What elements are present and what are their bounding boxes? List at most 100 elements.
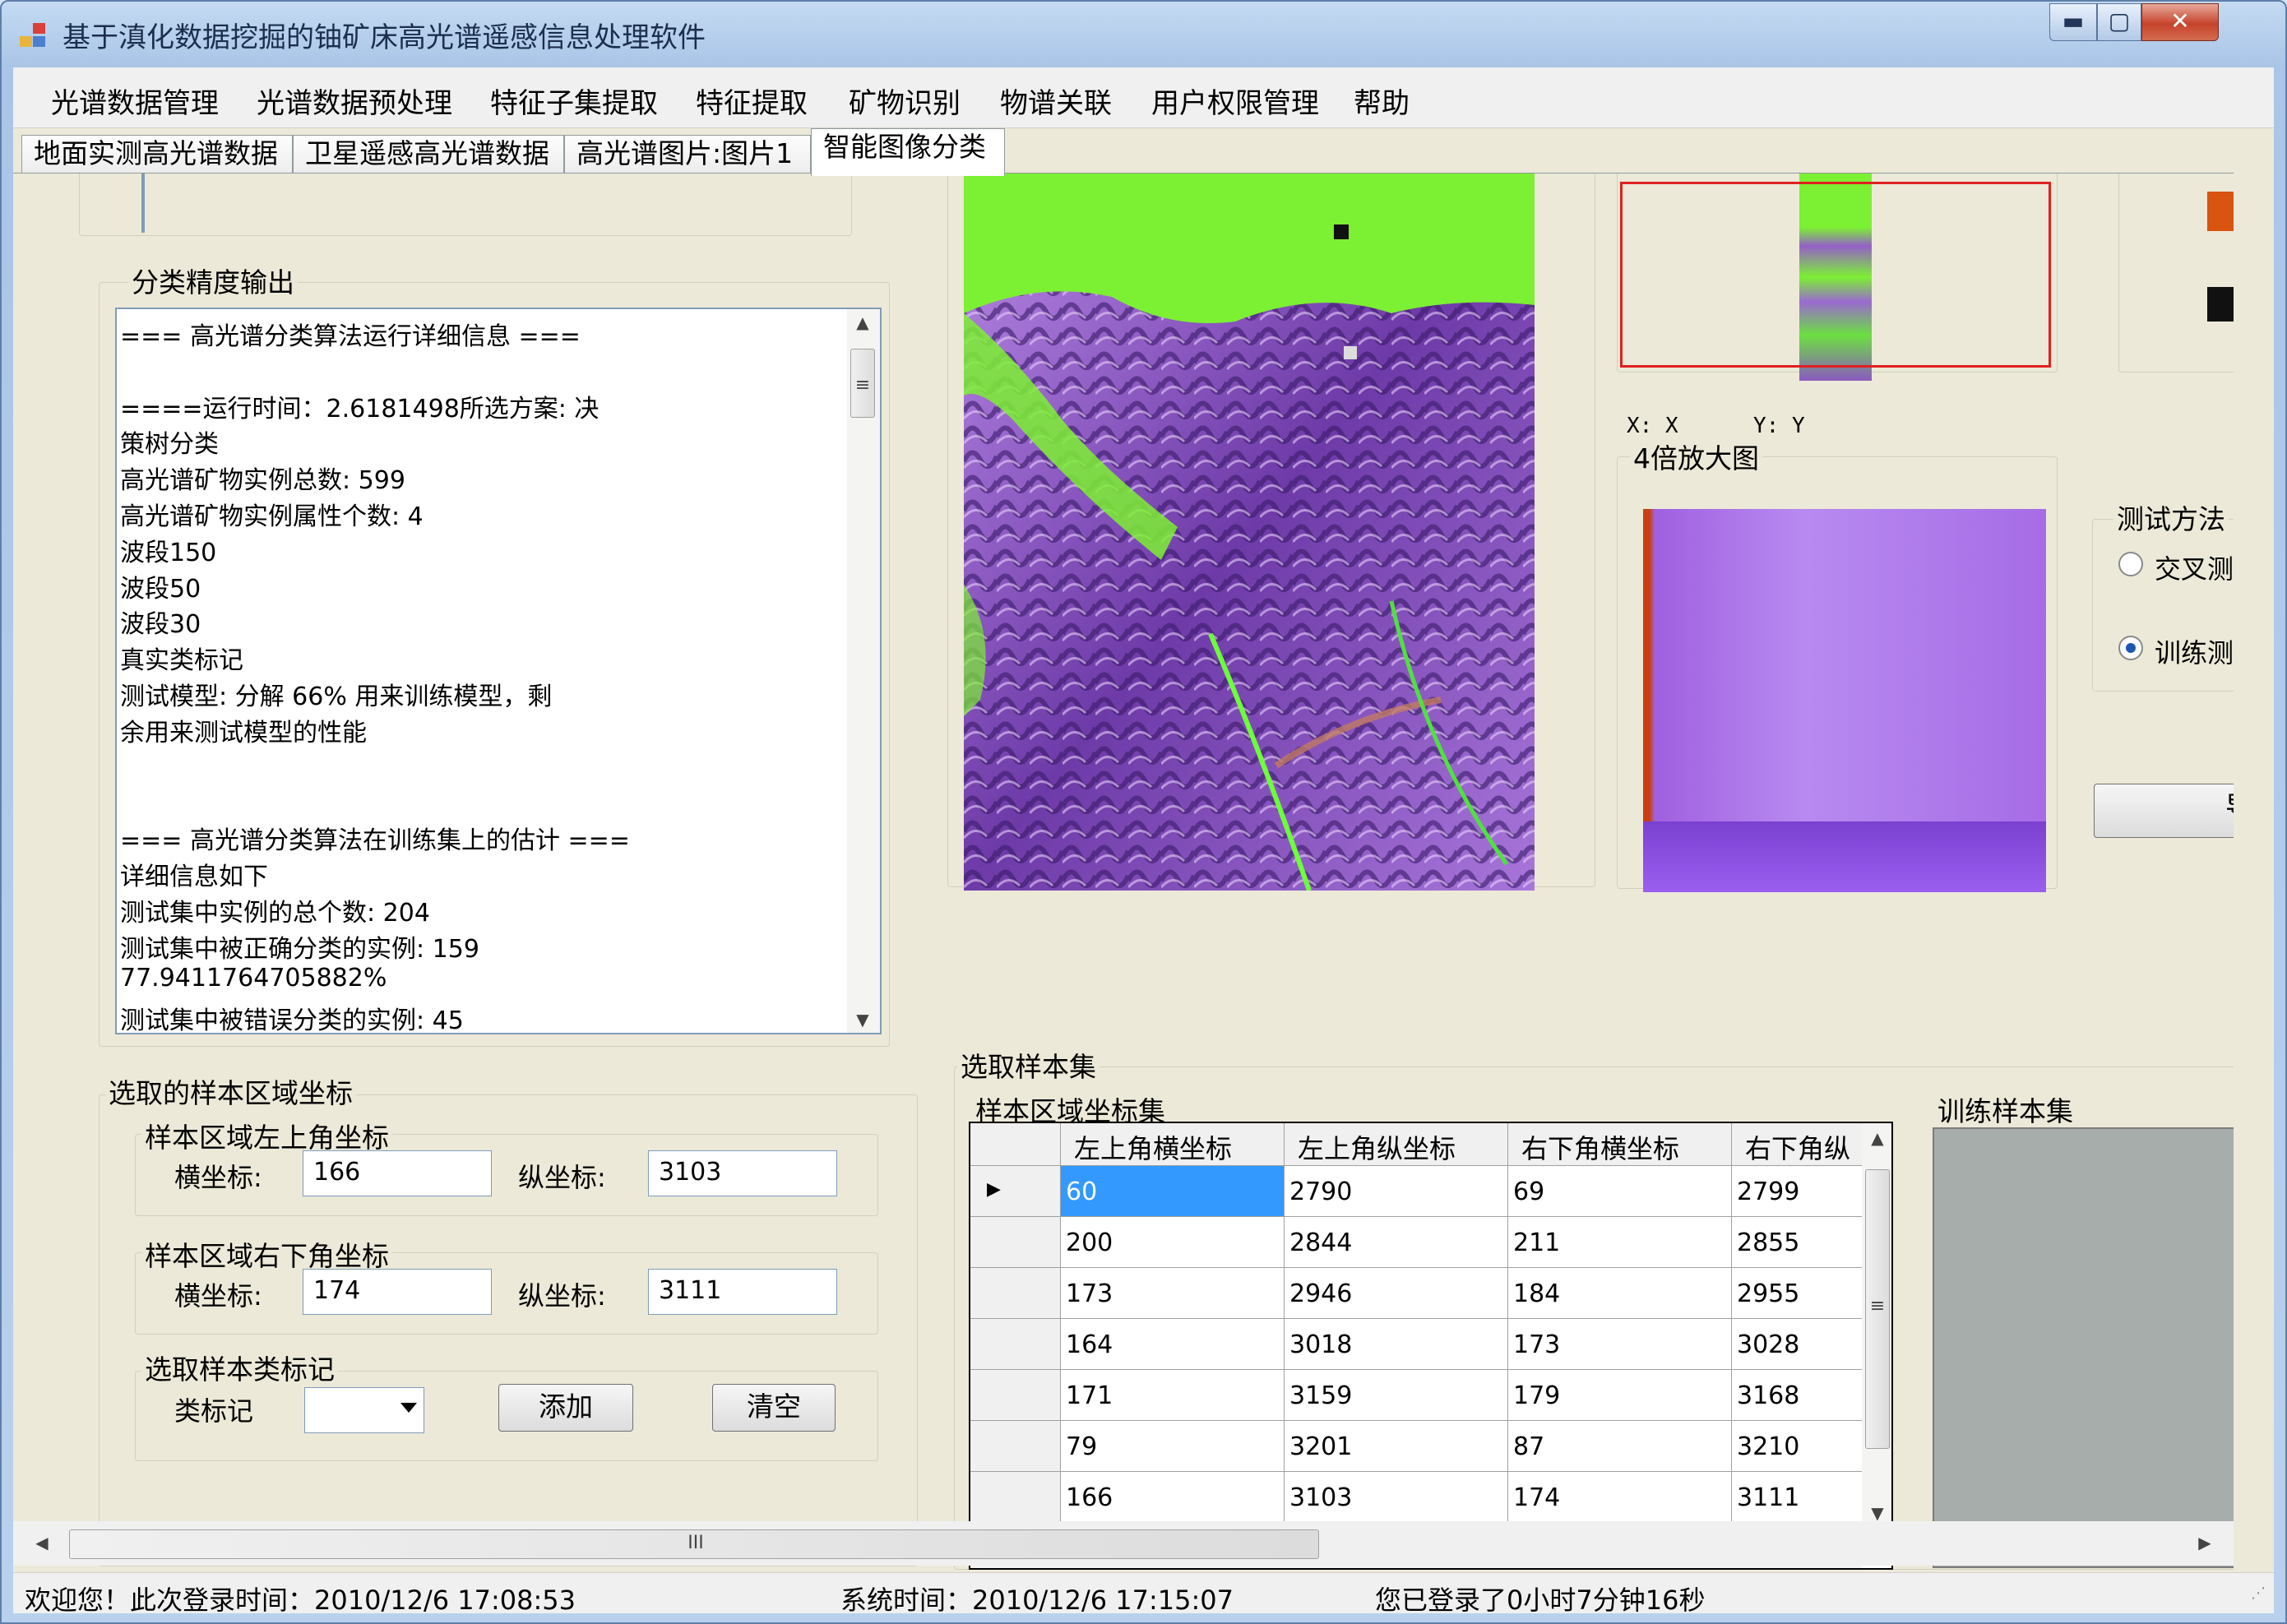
grid-cell[interactable]: 211	[1508, 1217, 1732, 1268]
status-bar: 欢迎您！此次登录时间：2010/12/6 17:08:53 系统时间：2010/…	[13, 1572, 2274, 1616]
top-left-coord-label: 样本区域左上角坐标	[141, 1116, 392, 1155]
train-set-label: 训练样本集	[1934, 1090, 2076, 1129]
color-swatch-black[interactable]	[2207, 287, 2234, 322]
close-button[interactable]: ✕	[2141, 3, 2219, 41]
grid-cell[interactable]: 166	[1061, 1472, 1285, 1523]
row-header[interactable]	[970, 1319, 1061, 1370]
menu-feature-subset[interactable]: 特征子集提取	[490, 81, 658, 121]
grid-cell[interactable]: 2855	[1732, 1217, 1863, 1268]
menu-spectral-association[interactable]: 物谱关联	[1000, 81, 1112, 121]
grid-cell[interactable]: 2955	[1732, 1268, 1863, 1319]
scroll-down-icon[interactable]: ▼	[847, 1010, 878, 1029]
accuracy-line: === 高光谱分类算法在训练集上的估计 ===	[120, 826, 630, 856]
tab-image-classification[interactable]: 智能图像分类	[811, 128, 1005, 176]
accuracy-line: 测试集中实例的总个数: 204	[120, 898, 430, 928]
grid-cell[interactable]: 184	[1508, 1268, 1732, 1319]
training-test-radio[interactable]	[2118, 636, 2143, 660]
grid-cell[interactable]: 3201	[1285, 1421, 1508, 1472]
row-header[interactable]	[970, 1472, 1061, 1523]
menu-feature-extraction[interactable]: 特征提取	[696, 81, 808, 121]
zoom-label: 4倍放大图	[1630, 437, 1762, 476]
minimize-button[interactable]: ▬	[2049, 3, 2097, 41]
grid-cell[interactable]: 174	[1508, 1472, 1732, 1523]
client-area: 光谱数据管理 光谱数据预处理 特征子集提取 特征提取 矿物识别 物谱关联 用户权…	[13, 67, 2274, 1616]
hyperspectral-image[interactable]	[964, 174, 1535, 891]
accuracy-line: 波段150	[120, 538, 217, 567]
scroll-up-icon[interactable]: ▲	[1862, 1128, 1891, 1148]
grid-cell[interactable]: 79	[1061, 1421, 1285, 1472]
tab-spectral-image[interactable]: 高光谱图片:图片1	[564, 135, 811, 174]
export-button[interactable]: 导	[2094, 784, 2234, 838]
scroll-up-icon[interactable]: ▲	[847, 312, 878, 332]
class-mark-select[interactable]	[304, 1387, 424, 1433]
grid-cell[interactable]: 173	[1061, 1268, 1285, 1319]
sample-coords-grid[interactable]: 左上角横坐标 左上角纵坐标 右下角横坐标 右下角纵 ▶ 60 2790 69 2799 2…	[969, 1122, 1893, 1570]
clear-button[interactable]: 清空	[712, 1384, 836, 1432]
grid-cell[interactable]: 173	[1508, 1319, 1732, 1370]
top-left-y-input[interactable]: 3103	[648, 1150, 837, 1196]
row-header[interactable]: ▶	[970, 1166, 1061, 1217]
grid-cell[interactable]: 179	[1508, 1370, 1732, 1421]
grid-cell[interactable]: 3210	[1732, 1421, 1863, 1472]
row-header[interactable]	[970, 1217, 1061, 1268]
col-top-left-x[interactable]: 左上角横坐标	[1061, 1123, 1285, 1166]
color-swatch-orange[interactable]	[2207, 192, 2234, 231]
page-hscrollbar[interactable]: ◀ III ▶	[13, 1521, 2234, 1566]
grid-cell[interactable]: 2790	[1285, 1166, 1508, 1217]
grid-cell[interactable]: 200	[1061, 1217, 1285, 1268]
grid-cell[interactable]: 164	[1061, 1319, 1285, 1370]
maximize-button[interactable]: ▢	[2097, 3, 2141, 41]
scroll-down-icon[interactable]: ▼	[1862, 1503, 1891, 1523]
grid-cell[interactable]: 3028	[1732, 1319, 1863, 1370]
grid-cell[interactable]: 2946	[1285, 1268, 1508, 1319]
accuracy-vscrollbar[interactable]: ▲ ≡ ▼	[847, 309, 880, 1033]
grid-cell[interactable]: 3168	[1732, 1370, 1863, 1421]
menu-help[interactable]: 帮助	[1354, 81, 1410, 121]
grid-cell[interactable]: 2844	[1285, 1217, 1508, 1268]
title-bar[interactable]: 基于滇化数据挖掘的铀矿床高光谱遥感信息处理软件 ▬ ▢ ✕	[2, 2, 2285, 67]
row-header[interactable]	[970, 1421, 1061, 1472]
add-button[interactable]: 添加	[498, 1384, 633, 1432]
grid-cell[interactable]: 3018	[1285, 1319, 1508, 1370]
grid-vscrollbar[interactable]: ▲ ≡ ▼	[1862, 1123, 1891, 1528]
row-header[interactable]	[970, 1268, 1061, 1319]
test-method-label: 测试方法	[2113, 497, 2229, 537]
menu-spectral-data[interactable]: 光谱数据管理	[51, 81, 219, 121]
grid-cell[interactable]: 171	[1061, 1370, 1285, 1421]
accuracy-line: 真实类标记	[120, 646, 243, 676]
accuracy-line: 77.9411764705882%	[120, 964, 387, 993]
menu-mineral-identification[interactable]: 矿物识别	[849, 81, 961, 121]
grid-cell[interactable]: 87	[1508, 1421, 1732, 1472]
grid-cell[interactable]: 3103	[1285, 1472, 1508, 1523]
top-left-x-input[interactable]: 166	[303, 1150, 492, 1196]
grid-cell[interactable]: 60	[1061, 1166, 1285, 1217]
col-bottom-right-y[interactable]: 右下角纵	[1732, 1123, 1863, 1166]
tab-strip: 地面实测高光谱数据 卫星遥感高光谱数据 高光谱图片:图片1 智能图像分类	[13, 128, 2274, 176]
col-top-left-y[interactable]: 左上角纵坐标	[1285, 1123, 1508, 1166]
grid-cell[interactable]: 3159	[1285, 1370, 1508, 1421]
bottom-right-y-input[interactable]: 3111	[648, 1269, 837, 1315]
grid-cell[interactable]: 69	[1508, 1166, 1732, 1217]
accuracy-output-textarea[interactable]: === 高光谱分类算法运行详细信息 === ====运行时间：2.6181498所…	[115, 308, 882, 1034]
cross-validation-radio[interactable]	[2118, 552, 2143, 576]
zoom-image	[1643, 509, 2046, 892]
col-bottom-right-x[interactable]: 右下角横坐标	[1508, 1123, 1732, 1166]
viewport-rectangle[interactable]	[1620, 182, 2051, 368]
tab-ground-spectra[interactable]: 地面实测高光谱数据	[21, 135, 293, 174]
bottom-right-x-input[interactable]: 174	[303, 1269, 492, 1315]
scroll-left-icon[interactable]: ◀	[30, 1533, 54, 1552]
grid-cell[interactable]: 3111	[1732, 1472, 1863, 1523]
accuracy-line: 余用来测试模型的性能	[120, 718, 367, 747]
tab-satellite-spectra[interactable]: 卫星遥感高光谱数据	[293, 135, 564, 174]
accuracy-line: 高光谱矿物实例总数: 599	[120, 466, 405, 496]
row-header[interactable]	[970, 1370, 1061, 1421]
scroll-right-icon[interactable]: ▶	[2192, 1533, 2217, 1552]
menu-preprocess[interactable]: 光谱数据预处理	[257, 81, 452, 121]
menu-bar: 光谱数据管理 光谱数据预处理 特征子集提取 特征提取 矿物识别 物谱关联 用户权…	[13, 67, 2274, 128]
grid-cell[interactable]: 2799	[1732, 1166, 1863, 1217]
menu-user-permissions[interactable]: 用户权限管理	[1151, 81, 1319, 121]
training-sample-list[interactable]	[1933, 1127, 2234, 1568]
resize-grip-icon[interactable]: ⋰	[2251, 1585, 2266, 1602]
accuracy-line: ====运行时间：2.6181498所选方案: 决	[120, 394, 600, 423]
bottom-right-x-label: 横坐标:	[174, 1280, 262, 1312]
